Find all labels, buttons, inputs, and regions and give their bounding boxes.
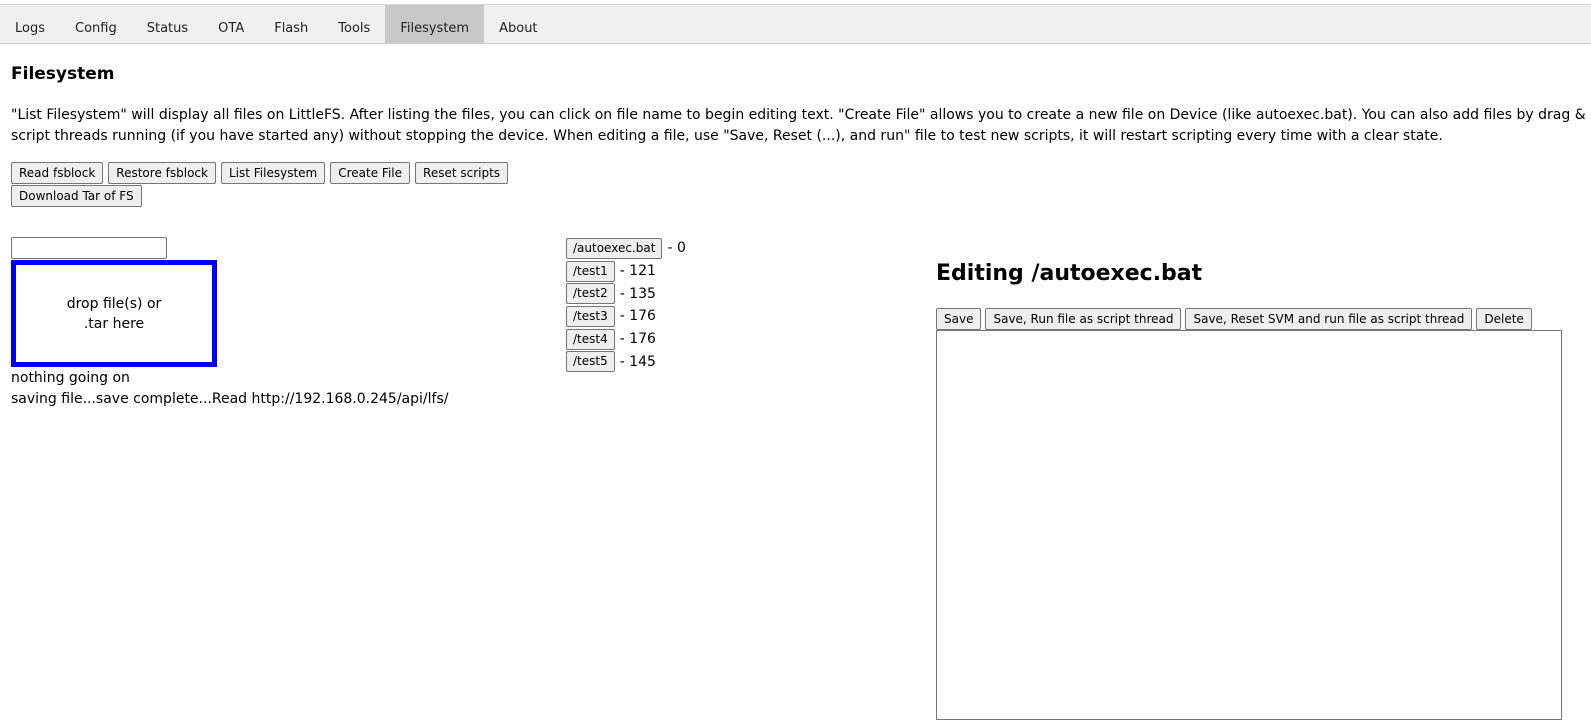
file-list: /autoexec.bat - 0 /test1 - 121 /test2 - … [566, 237, 686, 373]
file-size: - 0 [667, 240, 686, 257]
download-tar-button[interactable]: Download Tar of FS [11, 185, 142, 207]
tab-config[interactable]: Config [60, 5, 132, 43]
editor-title: Editing /autoexec.bat [936, 261, 1203, 286]
tab-tools[interactable]: Tools [323, 5, 385, 43]
file-size: - 176 [619, 308, 656, 325]
file-row: /test4 - 176 [566, 328, 686, 351]
read-fsblock-button[interactable]: Read fsblock [11, 162, 104, 184]
file-row: /test2 - 135 [566, 282, 686, 305]
tab-bar: Logs Config Status OTA Flash Tools Files… [0, 4, 1591, 44]
file-row: /test1 - 121 [566, 260, 686, 283]
description-line-2: script threads running (if you have star… [11, 127, 1443, 144]
page-title: Filesystem [11, 64, 115, 84]
save-status-log: saving file...save complete...Read http:… [11, 391, 449, 407]
file-size: - 145 [619, 353, 656, 370]
file-button-test2[interactable]: /test2 [566, 283, 615, 305]
description-line-1: "List Filesystem" will display all files… [11, 107, 1591, 123]
upload-status: nothing going on [11, 370, 130, 386]
list-filesystem-button[interactable]: List Filesystem [220, 162, 326, 184]
fs-action-toolbar-2: Download Tar of FS [11, 185, 142, 207]
tab-status[interactable]: Status [132, 5, 203, 43]
fs-action-toolbar: Read fsblock Restore fsblock List Filesy… [11, 162, 509, 184]
tab-logs[interactable]: Logs [0, 5, 60, 43]
save-button[interactable]: Save [936, 308, 982, 330]
dropzone-line-1: drop file(s) or [66, 295, 162, 312]
file-row: /test5 - 145 [566, 350, 686, 373]
file-row: /test3 - 176 [566, 305, 686, 328]
tab-about[interactable]: About [484, 5, 552, 43]
file-dropzone[interactable]: drop file(s) or .tar here [11, 260, 217, 367]
page-description: "List Filesystem" will display all files… [11, 105, 1591, 146]
create-file-button[interactable]: Create File [330, 162, 411, 184]
dropzone-line-2: .tar here [83, 315, 145, 332]
file-row: /autoexec.bat - 0 [566, 237, 686, 260]
filename-input[interactable] [11, 237, 167, 259]
file-size: - 135 [619, 285, 656, 302]
file-size: - 176 [619, 331, 656, 348]
file-editor-textarea[interactable] [936, 330, 1562, 720]
file-button-test3[interactable]: /test3 [566, 305, 615, 327]
file-button-test5[interactable]: /test5 [566, 351, 615, 373]
file-button-test4[interactable]: /test4 [566, 328, 615, 350]
editor-toolbar: Save Save, Run file as script thread Sav… [936, 308, 1532, 330]
tab-flash[interactable]: Flash [259, 5, 323, 43]
restore-fsblock-button[interactable]: Restore fsblock [108, 162, 216, 184]
delete-button[interactable]: Delete [1476, 308, 1532, 330]
save-reset-run-button[interactable]: Save, Reset SVM and run file as script t… [1185, 308, 1473, 330]
file-size: - 121 [619, 263, 656, 280]
tab-ota[interactable]: OTA [203, 5, 259, 43]
tab-filesystem[interactable]: Filesystem [385, 5, 485, 43]
reset-scripts-button[interactable]: Reset scripts [415, 162, 509, 184]
save-run-button[interactable]: Save, Run file as script thread [985, 308, 1182, 330]
file-button-test1[interactable]: /test1 [566, 260, 615, 282]
file-button-autoexec[interactable]: /autoexec.bat [566, 237, 663, 259]
